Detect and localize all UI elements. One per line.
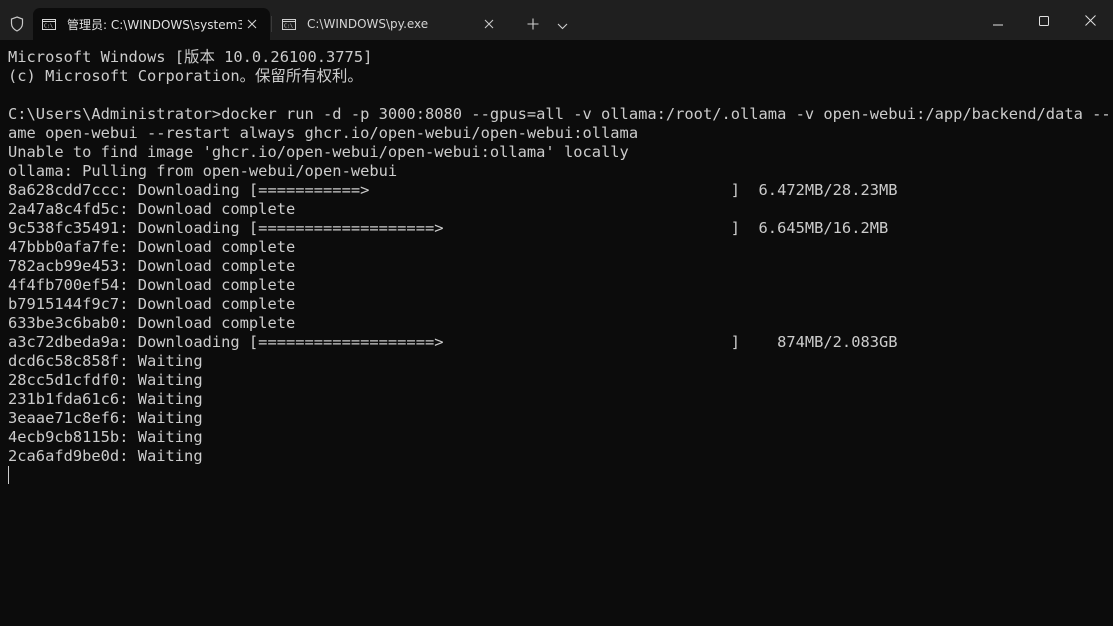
console-line: 2ca6afd9be0d: Waiting [8,447,203,465]
console-line: 9c538fc35491: Downloading [=============… [8,219,889,237]
terminal-icon: C:\ [282,18,296,30]
svg-text:C:\: C:\ [44,23,53,29]
chevron-down-icon [557,15,568,34]
console-line: 2a47a8c4fd5c: Download complete [8,200,296,218]
tab-label: 管理员: C:\WINDOWS\system32\cmd.exe [67,17,242,32]
console-line: b7915144f9c7: Download complete [8,295,296,313]
close-icon [1084,11,1096,30]
console-line: dcd6c58c858f: Waiting [8,352,203,370]
console-line: 47bbb0afa7fe: Download complete [8,238,296,256]
maximize-button[interactable] [1021,0,1067,40]
console-line: 3eaae71c8ef6: Waiting [8,409,203,427]
minimize-icon [993,11,1003,30]
console-line: 231b1fda61c6: Waiting [8,390,203,408]
terminal-icon: C:\ [42,18,56,30]
new-tab-button[interactable] [522,13,544,35]
svg-text:C:\: C:\ [284,23,293,29]
console-line: a3c72dbeda9a: Downloading [=============… [8,333,898,351]
title-bar: C:\ 管理员: C:\WINDOWS\system32\cmd.exe C:\… [0,0,1113,40]
console-line: (c) Microsoft Corporation。保留所有权利。 [8,67,363,85]
console-line: Microsoft Windows [版本 10.0.26100.3775] [8,48,373,66]
window-close-button[interactable] [1067,0,1113,40]
text-cursor [8,466,9,484]
minimize-button[interactable] [975,0,1021,40]
console-line: ame open-webui --restart always ghcr.io/… [8,124,639,142]
console-line: C:\Users\Administrator>docker run -d -p … [8,105,1108,123]
tab-dropdown-button[interactable] [551,13,573,35]
tab-py[interactable]: C:\ C:\WINDOWS\py.exe [273,8,507,40]
console-line: 8a628cdd7ccc: Downloading [===========> … [8,181,898,199]
maximize-icon [1039,11,1049,30]
console-output[interactable]: Microsoft Windows [版本 10.0.26100.3775] (… [8,48,1108,466]
console-line: 782acb99e453: Download complete [8,257,296,275]
console-line: 4ecb9cb8115b: Waiting [8,428,203,446]
tab-separator [271,16,272,32]
console-line: 28cc5d1cfdf0: Waiting [8,371,203,389]
console-line: ollama: Pulling from open-webui/open-web… [8,162,398,180]
close-icon[interactable] [242,14,262,34]
plus-icon [527,15,539,34]
console-line: Unable to find image 'ghcr.io/open-webui… [8,143,629,161]
console-line: 4f4fb700ef54: Download complete [8,276,296,294]
close-icon[interactable] [479,14,499,34]
console-line: 633be3c6bab0: Download complete [8,314,296,332]
tab-cmd[interactable]: C:\ 管理员: C:\WINDOWS\system32\cmd.exe [33,8,270,40]
shield-icon [8,15,26,33]
tab-label: C:\WINDOWS\py.exe [307,17,429,31]
